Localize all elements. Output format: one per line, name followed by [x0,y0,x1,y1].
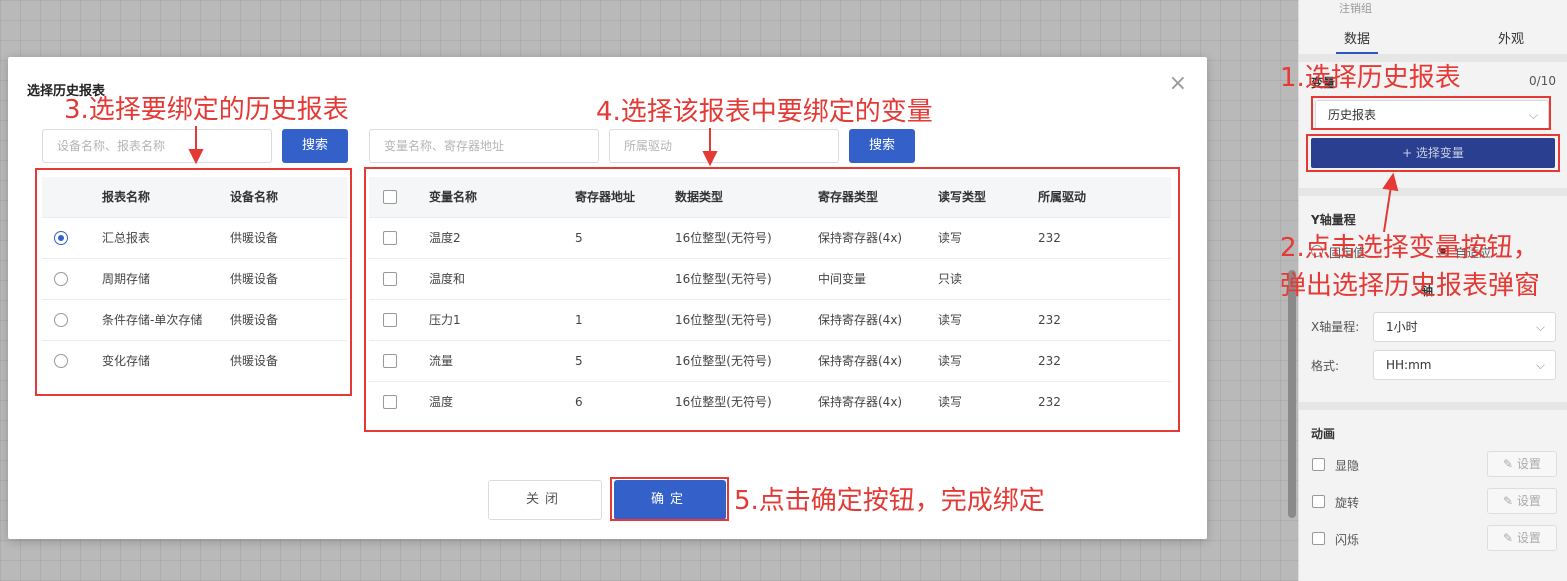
annotation-step1: 1.选择历史报表 [1280,63,1461,93]
tab-data[interactable]: 数据 [1335,28,1379,54]
anim-blink-label: 闪烁 [1335,533,1360,547]
anim-blink-checkbox[interactable] [1312,532,1325,545]
report-search-button[interactable]: 搜索 [282,129,348,163]
anim-show-label: 显隐 [1335,459,1360,473]
report-search-input[interactable]: 设备名称、报表名称 [42,129,272,163]
anim-rotate-checkbox[interactable] [1312,495,1325,508]
anim-show-settings-button[interactable]: ✎ 设置 [1487,451,1557,477]
anim-show-checkbox[interactable] [1312,458,1325,471]
chevron-down-icon: ⌵ [1535,358,1545,372]
anim-blink-settings-button[interactable]: ✎ 设置 [1487,525,1557,551]
close-icon[interactable]: × [1169,73,1187,95]
annotation-step4: 4.选择该报表中要绑定的变量 [596,97,933,127]
format-label: 格式: [1311,359,1340,373]
tab-appearance[interactable]: 外观 [1498,28,1524,47]
animation-label: 动画 [1311,427,1336,441]
x-range-select[interactable]: 1小时 ⌵ [1373,312,1556,342]
variable-search-input[interactable]: 变量名称、寄存器地址 [369,129,599,163]
annotation-box-variable-table [364,167,1180,432]
driver-search-input[interactable]: 所属驱动 [609,129,839,163]
anim-rotate-settings-button[interactable]: ✎ 设置 [1487,488,1557,514]
variable-count: 0/10 [1529,74,1556,88]
annotation-step2-line1: 2.点击选择变量按钮， [1280,233,1539,263]
chevron-down-icon: ⌵ [1535,320,1545,334]
annotation-step3: 3.选择要绑定的历史报表 [64,95,349,125]
panel-top-label: 注销组 [1339,2,1372,15]
annotation-step5: 5.点击确定按钮，完成绑定 [734,486,1045,516]
x-range-value: 1小时 [1386,320,1418,334]
x-range-label: X轴量程: [1311,320,1360,334]
close-button[interactable]: 关闭 [488,480,602,520]
format-value: HH:mm [1386,358,1432,372]
anim-rotate-label: 旋转 [1335,496,1360,510]
variable-search-button[interactable]: 搜索 [849,129,915,163]
y-axis-label: Y轴量程 [1311,213,1356,227]
annotation-step2-line2: 弹出选择历史报表弹窗 [1280,271,1541,301]
format-select[interactable]: HH:mm ⌵ [1373,350,1556,380]
annotation-box-confirm [610,477,729,521]
annotation-box-select-variable [1306,134,1560,172]
annotation-box-source-select [1311,96,1551,130]
canvas-scrollbar[interactable] [1288,270,1296,518]
annotation-box-report-table [35,168,352,396]
